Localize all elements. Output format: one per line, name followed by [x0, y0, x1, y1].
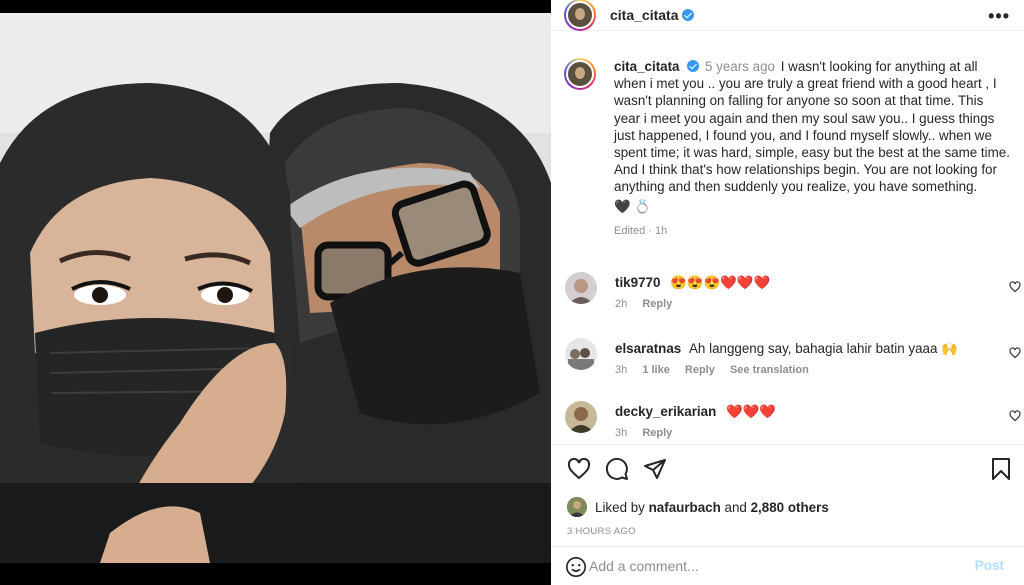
- caption-username[interactable]: cita_citata: [614, 59, 680, 74]
- action-bar: [551, 444, 1024, 489]
- liker-avatar[interactable]: [567, 497, 587, 517]
- likes-others-link[interactable]: 2,880 others: [751, 500, 829, 515]
- comment-like-count[interactable]: 1 like: [642, 364, 670, 376]
- more-options-icon[interactable]: •••: [988, 6, 1010, 27]
- likes-prefix: Liked by: [595, 499, 645, 515]
- caption-avatar[interactable]: [564, 58, 596, 90]
- comment-username[interactable]: elsaratnas: [615, 341, 681, 356]
- comments-section[interactable]: cita_citata 5 years ago I wasn't looking…: [551, 44, 1024, 444]
- like-heart-icon[interactable]: [567, 457, 591, 481]
- author-avatar[interactable]: [564, 0, 596, 31]
- caption-time: 5 years ago: [704, 59, 775, 74]
- caption-paragraph-2: And I think that's how relationships beg…: [614, 162, 997, 195]
- comment-time: 3h: [615, 364, 628, 376]
- reply-button[interactable]: Reply: [642, 427, 672, 439]
- post-photo[interactable]: [0, 13, 551, 563]
- comment-icon[interactable]: [605, 457, 629, 481]
- commenter-avatar[interactable]: [565, 338, 597, 370]
- comment-text: 😍😍😍❤️❤️❤️: [670, 275, 771, 290]
- caption-edited: Edited · 1h: [614, 224, 668, 237]
- add-comment-bar: Post: [551, 546, 1024, 585]
- post-timestamp[interactable]: 3 HOURS AGO: [567, 526, 636, 537]
- post-comment-button[interactable]: Post: [975, 558, 1004, 573]
- comment-time: 3h: [615, 427, 628, 439]
- verified-badge-icon: [687, 60, 700, 72]
- selfie-image: [0, 13, 551, 563]
- author-username[interactable]: cita_citata: [610, 7, 678, 23]
- share-icon[interactable]: [643, 457, 667, 481]
- like-comment-heart-icon[interactable]: [1009, 347, 1021, 359]
- post-header: cita_citata •••: [551, 0, 1024, 31]
- post-panel: cita_citata ••• cita_citata 5 years ago …: [551, 0, 1024, 585]
- comment-text: ❤️❤️❤️: [725, 404, 777, 419]
- emoji-icon[interactable]: [565, 556, 587, 578]
- photo-panel: [0, 0, 551, 585]
- caption-body: cita_citata 5 years ago I wasn't looking…: [614, 58, 1010, 240]
- commenter-avatar[interactable]: [565, 401, 597, 433]
- comment-username[interactable]: decky_erikarian: [615, 404, 716, 419]
- caption: cita_citata 5 years ago I wasn't looking…: [564, 58, 1014, 240]
- save-bookmark-icon[interactable]: [990, 457, 1012, 481]
- like-comment-heart-icon[interactable]: [1009, 281, 1021, 293]
- reply-button[interactable]: Reply: [685, 364, 715, 376]
- comment-text: Ah langgeng say, bahagia lahir batin yaa…: [689, 341, 958, 356]
- liker-username[interactable]: nafaurbach: [649, 500, 721, 515]
- comment-time: 2h: [615, 298, 628, 310]
- likes-summary: Liked by nafaurbach and 2,880 others: [567, 497, 829, 517]
- caption-paragraph-1: I wasn't looking for anything at all whe…: [614, 59, 1010, 161]
- commenter-avatar[interactable]: [565, 272, 597, 304]
- reply-button[interactable]: Reply: [642, 298, 672, 310]
- caption-emoji: 🖤 💍: [614, 198, 652, 214]
- verified-badge-icon: [682, 9, 695, 21]
- add-comment-input[interactable]: [589, 555, 959, 577]
- comment-username[interactable]: tik9770: [615, 275, 660, 290]
- see-translation-button[interactable]: See translation: [730, 364, 809, 376]
- like-comment-heart-icon[interactable]: [1009, 410, 1021, 422]
- likes-and: and: [724, 499, 747, 515]
